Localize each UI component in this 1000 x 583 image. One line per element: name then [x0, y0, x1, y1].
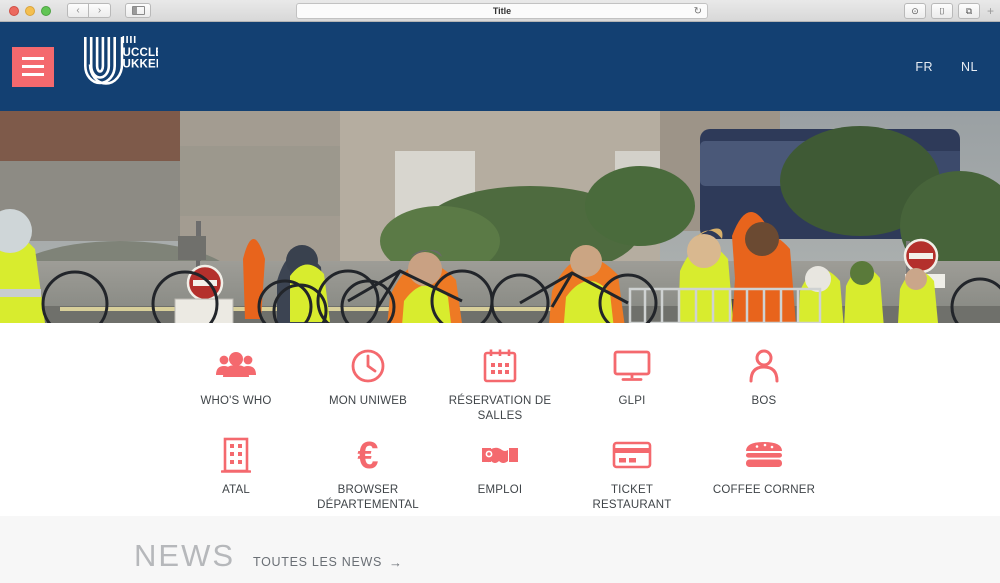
burger-icon	[744, 436, 784, 474]
quick-link-emploi[interactable]: EMPLOI	[434, 436, 566, 513]
chevron-right-icon: ›	[97, 5, 102, 16]
all-news-label: TOUTES LES NEWS	[253, 555, 383, 569]
hero-banner	[0, 111, 1000, 323]
quick-link-label: WHO'S WHO	[200, 395, 272, 407]
quick-link-glpi[interactable]: GLPI	[566, 347, 698, 424]
lang-link-fr[interactable]: FR	[915, 60, 933, 74]
hamburger-icon-bar	[22, 73, 44, 76]
sidebar-icon	[131, 6, 145, 15]
quick-link-label: BOS	[751, 395, 777, 407]
share-icon: ⊙	[911, 5, 919, 16]
language-switcher: FR NL	[915, 60, 978, 74]
logo-line1: UCCLE	[123, 47, 159, 59]
quick-link-label: BROWSER DÉPARTEMENTAL	[317, 484, 419, 511]
quick-link-label: COFFEE CORNER	[712, 484, 816, 496]
people-group-icon	[216, 347, 256, 385]
navigation-buttons: ‹ ›	[67, 3, 111, 18]
show-tabs-button[interactable]: ⧉	[957, 3, 980, 19]
sidebar-toggle-button[interactable]	[125, 3, 151, 18]
minimize-window-button[interactable]	[25, 5, 35, 16]
chevron-left-icon: ‹	[76, 5, 80, 16]
quick-link-reservation-de-salles[interactable]: RÉSERVATION DE SALLES	[434, 347, 566, 424]
toolbar-right-group: ⊙ ⌷ ⧉ +	[903, 3, 996, 19]
hero-photo	[0, 111, 1000, 323]
menu-button[interactable]	[12, 46, 54, 87]
quick-link-label: MON UNIWEB	[328, 395, 408, 407]
forward-button[interactable]: ›	[89, 3, 111, 18]
quick-link-label: GLPI	[618, 395, 646, 407]
quick-link-browser-departemental[interactable]: € BROWSER DÉPARTEMENTAL	[302, 436, 434, 513]
quick-link-ticket-restaurant[interactable]: TICKET RESTAURANT	[566, 436, 698, 513]
calendar-icon	[483, 347, 517, 385]
person-icon	[748, 347, 780, 385]
tabs-icon: ⧉	[965, 5, 973, 16]
svg-text:€: €	[357, 436, 378, 474]
back-button[interactable]: ‹	[67, 3, 89, 18]
quick-link-label: ATAL	[222, 484, 250, 496]
quick-link-label: RÉSERVATION DE SALLES	[448, 395, 552, 422]
quick-links-section: WHO'S WHO MON UNIWEB RÉSERVATION DE SALL…	[0, 323, 1000, 516]
site-header: UCCLE UKKEL FR NL	[0, 22, 1000, 111]
maximize-window-button[interactable]	[41, 5, 51, 16]
quick-links-grid: WHO'S WHO MON UNIWEB RÉSERVATION DE SALL…	[170, 347, 830, 513]
handshake-icon	[480, 436, 520, 474]
monitor-icon	[613, 347, 651, 385]
quick-link-mon-uniweb[interactable]: MON UNIWEB	[302, 347, 434, 424]
reload-icon[interactable]: ↻	[694, 6, 702, 17]
site-logo[interactable]: UCCLE UKKEL	[82, 33, 163, 100]
euro-icon: €	[350, 436, 386, 474]
quick-link-atal[interactable]: ATAL	[170, 436, 302, 513]
quick-link-bos[interactable]: BOS	[698, 347, 830, 424]
window-controls	[9, 5, 51, 16]
hamburger-icon-bar	[22, 65, 44, 68]
arrow-right-icon: →	[389, 554, 403, 570]
quick-link-coffee-corner[interactable]: COFFEE CORNER	[698, 436, 830, 513]
lang-link-nl[interactable]: NL	[961, 60, 978, 74]
uccle-ukkel-logo-icon: UCCLE UKKEL	[84, 36, 163, 85]
browser-toolbar: ‹ › Title ↻ ⊙ ⌷ ⧉ +	[0, 0, 1000, 22]
all-news-link[interactable]: TOUTES LES NEWS →	[253, 555, 403, 570]
address-bar[interactable]: Title ↻	[296, 3, 708, 19]
close-window-button[interactable]	[9, 5, 19, 16]
reader-icon: ⌷	[939, 5, 945, 16]
news-title: NEWS	[134, 538, 235, 573]
hamburger-icon-bar	[22, 57, 44, 60]
share-button[interactable]: ⊙	[903, 3, 926, 19]
quick-link-label: TICKET RESTAURANT	[592, 484, 672, 511]
quick-link-whos-who[interactable]: WHO'S WHO	[170, 347, 302, 424]
credit-card-icon	[612, 436, 652, 474]
new-tab-button[interactable]: +	[985, 4, 996, 18]
news-header: NEWS TOUTES LES NEWS →	[110, 538, 890, 574]
logo-line2: UKKEL	[123, 59, 159, 71]
quick-link-label: EMPLOI	[477, 484, 523, 496]
clock-icon	[350, 347, 386, 385]
building-icon	[221, 436, 251, 474]
news-section: NEWS TOUTES LES NEWS →	[0, 516, 1000, 583]
page-title-text: Title	[492, 6, 512, 16]
reader-button[interactable]: ⌷	[930, 3, 953, 19]
